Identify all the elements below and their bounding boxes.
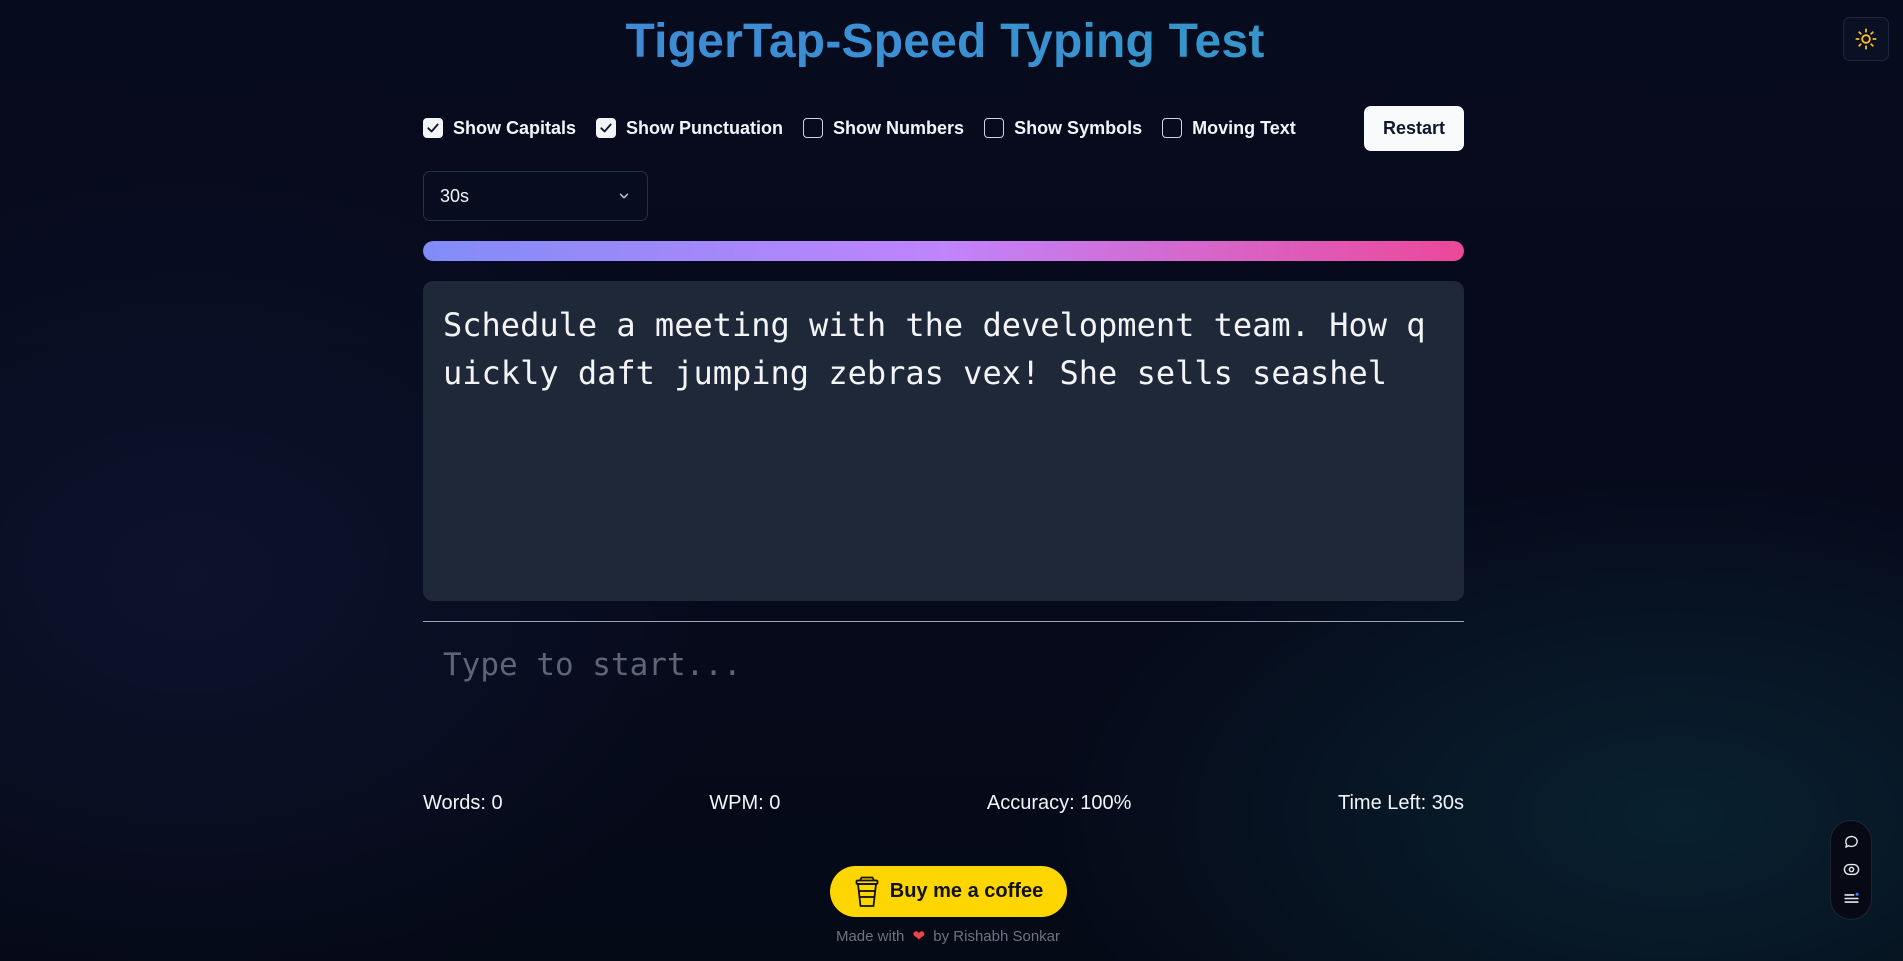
restart-button[interactable]: Restart [1364, 106, 1464, 151]
chevron-down-icon [617, 189, 631, 203]
progress-fill [423, 241, 1464, 261]
typing-input[interactable] [423, 630, 1464, 700]
option-label: Moving Text [1192, 117, 1296, 138]
duration-select-value: 30s [440, 185, 470, 206]
options-bar: Show Capitals Show Punctuation Show Numb… [423, 106, 1316, 150]
menu-icon[interactable] [1841, 889, 1861, 909]
duration-select[interactable]: 30s [423, 171, 648, 221]
stats-row: Words: 0 WPM: 0 Accuracy: 100% Time Left… [423, 792, 1464, 815]
option-show-symbols[interactable]: Show Symbols [984, 118, 1142, 139]
option-show-capitals[interactable]: Show Capitals [423, 118, 576, 139]
check-icon [600, 123, 612, 133]
buy-coffee-label: Buy me a coffee [889, 880, 1044, 902]
stat-words: Words: 0 [423, 792, 503, 814]
checkbox-show-punctuation[interactable] [596, 118, 617, 138]
checkbox-moving-text[interactable] [1162, 118, 1183, 138]
checkbox-show-symbols[interactable] [984, 118, 1005, 138]
footer-suffix: by Rishabh Sonkar [933, 928, 1061, 945]
sun-icon [1855, 28, 1877, 50]
option-show-numbers[interactable]: Show Numbers [803, 118, 964, 139]
heart-icon: ❤ [912, 928, 926, 945]
option-label: Show Symbols [1014, 117, 1143, 138]
text-display-panel: Schedule a meeting with the development … [423, 281, 1464, 601]
chat-icon[interactable] [1841, 831, 1861, 851]
option-label: Show Punctuation [626, 117, 784, 138]
eye-icon[interactable] [1841, 860, 1861, 880]
stat-accuracy: Accuracy: 100% [986, 792, 1132, 814]
option-moving-text[interactable]: Moving Text [1162, 118, 1296, 139]
coffee-cup-icon [854, 876, 880, 908]
stat-time-left: Time Left: 30s [1338, 792, 1464, 814]
typing-text: Schedule a meeting with the development … [443, 306, 1426, 392]
side-toolbar [1830, 820, 1872, 920]
option-label: Show Capitals [453, 117, 577, 138]
divider [423, 621, 1464, 622]
checkbox-show-capitals[interactable] [423, 118, 443, 138]
stat-wpm: WPM: 0 [709, 792, 781, 814]
progress-bar [423, 241, 1464, 261]
buy-coffee-button[interactable]: Buy me a coffee [830, 866, 1067, 917]
option-label: Show Numbers [833, 117, 965, 138]
checkbox-show-numbers[interactable] [803, 118, 824, 138]
page-title: TigerTap-Speed Typing Test [0, 14, 1890, 69]
check-icon [427, 123, 439, 133]
footer-prefix: Made with [835, 928, 905, 945]
footer: Made with ❤ by Rishabh Sonkar [0, 927, 1896, 945]
theme-toggle-button[interactable] [1843, 17, 1889, 61]
option-show-punctuation[interactable]: Show Punctuation [596, 118, 783, 139]
